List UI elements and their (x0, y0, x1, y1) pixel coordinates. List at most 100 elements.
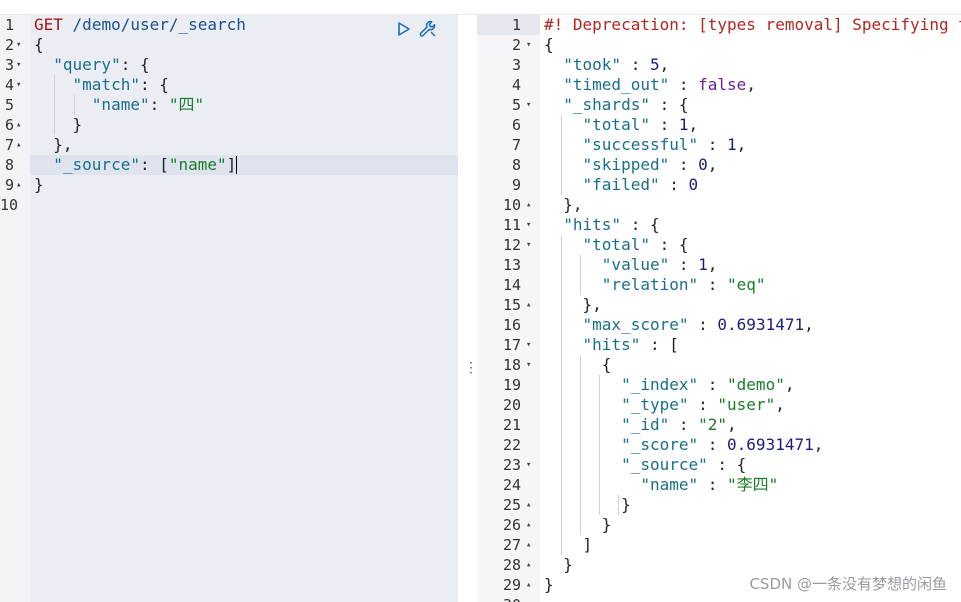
response-line[interactable]: 6 "total" : 1, (477, 115, 961, 135)
fold-expand-icon[interactable]: ▴ (526, 575, 531, 595)
response-line[interactable]: 19 "_index" : "demo", (477, 375, 961, 395)
response-line[interactable]: 22 "_score" : 0.6931471, (477, 435, 961, 455)
response-line[interactable]: 5 ▾ "_shards" : { (477, 95, 961, 115)
code-text: { (34, 35, 44, 54)
code-text: ] (582, 535, 593, 554)
fold-expand-icon[interactable]: ▴ (526, 535, 531, 555)
code-text: } (563, 555, 573, 574)
code-text: "total" : { (582, 235, 689, 254)
line-number: 3 (4, 56, 14, 74)
fold-collapse-icon[interactable]: ▾ (526, 95, 531, 115)
request-line[interactable]: 5 "name": "四" (0, 95, 458, 115)
response-line[interactable]: 25 ▴ } (477, 495, 961, 515)
fold-expand-icon[interactable]: ▴ (526, 555, 531, 575)
fold-collapse-icon[interactable]: ▾ (526, 35, 531, 55)
code-text: } (34, 175, 44, 194)
fold-collapse-icon[interactable]: ▾ (526, 355, 531, 375)
response-line[interactable]: 30 (477, 595, 961, 602)
code-text: #! Deprecation: [types removal] Specifyi… (544, 15, 961, 34)
response-line[interactable]: 26 ▴ } (477, 515, 961, 535)
fold-collapse-icon[interactable]: ▾ (526, 215, 531, 235)
fold-collapse-icon[interactable]: ▾ (526, 455, 531, 475)
code-text: "relation" : "eq" (601, 275, 766, 294)
line-number: 10 (502, 196, 521, 214)
request-line[interactable]: 2 ▾ { (0, 35, 458, 55)
response-line[interactable]: 13 "value" : 1, (477, 255, 961, 275)
response-line[interactable]: 12 ▾ "total" : { (477, 235, 961, 255)
line-number: 8 (511, 156, 521, 174)
code-text: } (621, 495, 631, 514)
play-icon[interactable] (394, 19, 414, 39)
line-number: 22 (502, 436, 521, 454)
request-line[interactable]: 3 ▾ "query": { (0, 55, 458, 75)
response-line[interactable]: 28 ▴ } (477, 555, 961, 575)
code-text: "_score" : 0.6931471, (621, 435, 824, 454)
code-text: "timed_out" : false, (563, 75, 756, 94)
code-text: "_type" : "user", (621, 395, 785, 414)
fold-expand-icon[interactable]: ▴ (526, 515, 531, 535)
request-line[interactable]: 8 "_source": ["name"] (0, 155, 458, 175)
line-number: 4 (4, 76, 14, 94)
code-text: { (601, 355, 612, 374)
response-line[interactable]: 11 ▾ "hits" : { (477, 215, 961, 235)
response-line[interactable]: 24 "name" : "李四" (477, 475, 961, 495)
response-line[interactable]: 3 "took" : 5, (477, 55, 961, 75)
line-number: 13 (502, 256, 521, 274)
wrench-icon[interactable] (418, 19, 438, 39)
line-number: 2 (4, 36, 14, 54)
pane-resizer[interactable]: ⋮ (458, 15, 478, 602)
fold-expand-icon[interactable]: ▴ (16, 175, 21, 195)
request-line[interactable]: 9 ▴} (0, 175, 458, 195)
response-line[interactable]: 15 ▴ }, (477, 295, 961, 315)
request-line[interactable]: 4 ▾ "match": { (0, 75, 458, 95)
request-toolbar (394, 18, 438, 40)
fold-expand-icon[interactable]: ▴ (526, 195, 531, 215)
request-line[interactable]: 10 (0, 195, 458, 215)
request-line[interactable]: 7 ▴ }, (0, 135, 458, 155)
response-line[interactable]: 14 "relation" : "eq" (477, 275, 961, 295)
response-line[interactable]: 17 ▾ "hits" : [ (477, 335, 961, 355)
fold-expand-icon[interactable]: ▴ (526, 295, 531, 315)
line-number: 23 (502, 456, 521, 474)
code-text: "_source": ["name"] (53, 155, 238, 174)
fold-collapse-icon[interactable]: ▾ (16, 35, 21, 55)
response-line[interactable]: 16 "max_score" : 0.6931471, (477, 315, 961, 335)
fold-expand-icon[interactable]: ▴ (526, 495, 531, 515)
line-number: 15 (502, 296, 521, 314)
response-line[interactable]: 18 ▾ { (477, 355, 961, 375)
code-text: "match": { (72, 75, 169, 94)
response-line[interactable]: 21 "_id" : "2", (477, 415, 961, 435)
line-number: 26 (502, 516, 521, 534)
response-line[interactable]: 10 ▴ }, (477, 195, 961, 215)
fold-collapse-icon[interactable]: ▾ (526, 235, 531, 255)
response-line[interactable]: 1 #! Deprecation: [types removal] Specify… (477, 15, 961, 35)
line-number: 4 (511, 76, 521, 94)
fold-expand-icon[interactable]: ▴ (16, 115, 21, 135)
response-line[interactable]: 27 ▴ ] (477, 535, 961, 555)
top-bar (0, 0, 961, 15)
line-number: 14 (502, 276, 521, 294)
response-line[interactable]: 20 "_type" : "user", (477, 395, 961, 415)
fold-expand-icon[interactable]: ▴ (16, 135, 21, 155)
fold-collapse-icon[interactable]: ▾ (16, 55, 21, 75)
line-number: 3 (511, 56, 521, 74)
code-text: }, (563, 195, 583, 214)
line-number: 21 (502, 416, 521, 434)
fold-collapse-icon[interactable]: ▾ (526, 335, 531, 355)
response-viewer[interactable]: 1 #! Deprecation: [types removal] Specify… (477, 15, 961, 602)
response-line[interactable]: 2 ▾ { (477, 35, 961, 55)
response-line[interactable]: 7 "successful" : 1, (477, 135, 961, 155)
response-line[interactable]: 4 "timed_out" : false, (477, 75, 961, 95)
code-text: "_shards" : { (563, 95, 689, 114)
request-editor[interactable]: 1 GET /demo/user/_search 2 ▾{3 ▾ "query": {4… (0, 15, 458, 602)
request-line[interactable]: 6 ▴ } (0, 115, 458, 135)
console-app: 1 GET /demo/user/_search 2 ▾{3 ▾ "query": {4… (0, 0, 961, 602)
response-line[interactable]: 23 ▾ "_source" : { (477, 455, 961, 475)
fold-collapse-icon[interactable]: ▾ (16, 75, 21, 95)
request-line[interactable]: 1 GET /demo/user/_search (0, 15, 458, 35)
line-number: 7 (511, 136, 521, 154)
resize-handle-icon[interactable]: ⋮ (464, 361, 478, 375)
code-text: "failed" : 0 (582, 175, 699, 194)
response-line[interactable]: 8 "skipped" : 0, (477, 155, 961, 175)
response-line[interactable]: 9 "failed" : 0 (477, 175, 961, 195)
